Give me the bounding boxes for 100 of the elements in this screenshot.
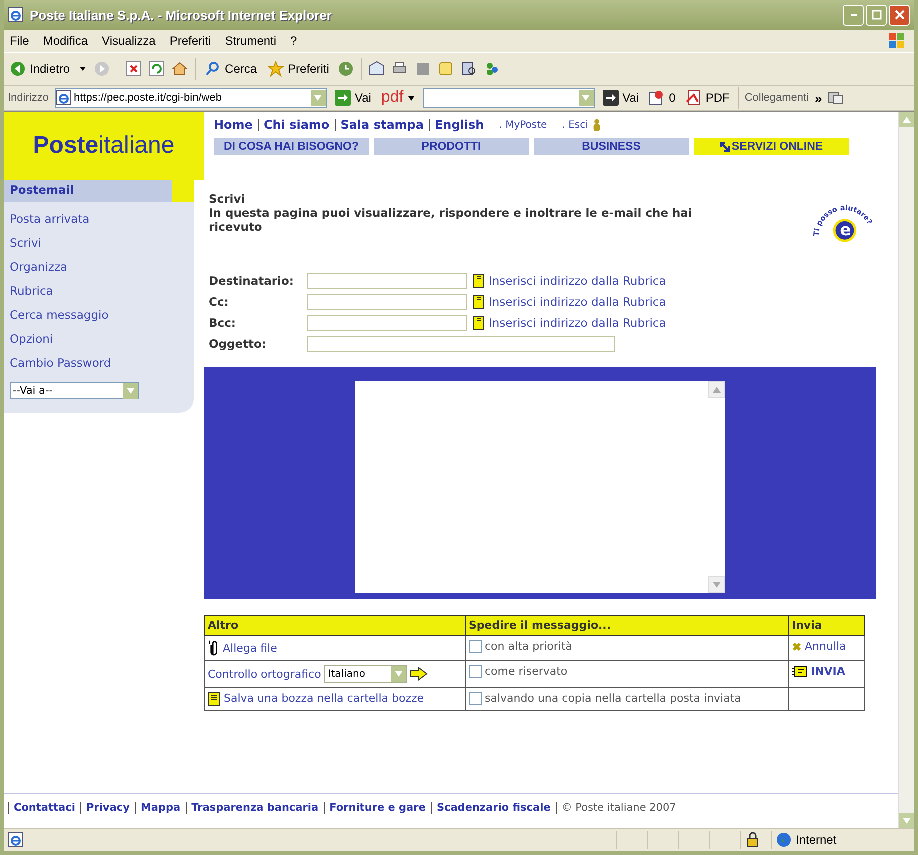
- security-zone: Internet: [796, 833, 837, 847]
- stop-icon[interactable]: [126, 61, 142, 77]
- checkbox[interactable]: [469, 665, 482, 678]
- user-link[interactable]: . MyPoste: [499, 120, 548, 130]
- close-button[interactable]: [889, 4, 910, 26]
- field-label: Oggetto:: [209, 337, 268, 351]
- note-icon[interactable]: [438, 61, 454, 77]
- paperclip-icon[interactable]: [208, 640, 220, 656]
- sidebar-item[interactable]: Cambio Password: [4, 352, 194, 376]
- favorites-button[interactable]: Preferiti: [266, 61, 332, 77]
- go-button[interactable]: Vai: [600, 90, 642, 106]
- nav-tab[interactable]: PRODOTTI: [374, 138, 529, 155]
- footer-link[interactable]: Scadenzario fiscale: [436, 802, 551, 814]
- text-field[interactable]: [307, 273, 467, 289]
- go-button[interactable]: Vai: [332, 90, 374, 106]
- forward-icon[interactable]: [94, 61, 110, 77]
- field-label: Bcc:: [209, 316, 237, 330]
- page-icon: [8, 832, 24, 848]
- caret-down-icon[interactable]: [902, 818, 910, 824]
- scroll-up-button[interactable]: [708, 381, 725, 398]
- text-field[interactable]: [307, 336, 615, 352]
- sidebar-item[interactable]: Scrivi: [4, 232, 194, 256]
- document-icon[interactable]: [208, 692, 220, 706]
- menu-item[interactable]: Visualizza: [102, 34, 156, 48]
- checkbox[interactable]: [469, 640, 482, 654]
- scroll-down-button[interactable]: [708, 576, 725, 593]
- user-link[interactable]: . Esci: [562, 120, 588, 130]
- address-book-icon[interactable]: [473, 274, 485, 288]
- refresh-icon[interactable]: [149, 61, 166, 77]
- home-icon[interactable]: [172, 61, 188, 77]
- star-icon: [268, 61, 284, 77]
- person-icon: [593, 118, 602, 132]
- goto-select[interactable]: --Vai a--: [10, 382, 139, 399]
- sidebar-item[interactable]: Cerca messaggio: [4, 304, 194, 328]
- logo-text: Posteitaliane: [33, 132, 175, 160]
- text-field[interactable]: [307, 294, 467, 310]
- browser-icon: [8, 7, 24, 23]
- menu-item[interactable]: Strumenti: [225, 34, 277, 48]
- more-button[interactable]: »: [815, 90, 822, 106]
- maximize-button[interactable]: [866, 4, 887, 26]
- menu-item[interactable]: ?: [290, 34, 298, 48]
- address-book-icon[interactable]: [473, 316, 485, 330]
- footer-link[interactable]: Trasparenza bancaria: [192, 802, 319, 814]
- attach-file-link[interactable]: Allega file: [223, 642, 278, 654]
- count-button[interactable]: 0: [647, 90, 678, 106]
- language-select[interactable]: Italiano: [324, 665, 408, 683]
- vertical-scrollbar[interactable]: [898, 112, 914, 828]
- dropdown-button[interactable]: [578, 90, 594, 106]
- pdf-menu-button[interactable]: pdf: [379, 89, 417, 107]
- top-link[interactable]: English: [434, 118, 484, 132]
- menu-item[interactable]: Preferiti: [170, 34, 212, 48]
- nav-tab[interactable]: BUSINESS: [534, 138, 689, 155]
- address-field[interactable]: https://pec.poste.it/cgi-bin/web: [54, 88, 327, 108]
- address-book-link[interactable]: Inserisci indirizzo dalla Rubrica: [489, 316, 666, 330]
- arrow-right-icon[interactable]: [410, 667, 428, 681]
- pdf-search-field[interactable]: [422, 88, 595, 108]
- sidebar-item[interactable]: Rubrica: [4, 280, 194, 304]
- top-link[interactable]: Home: [214, 118, 253, 132]
- nav-tab[interactable]: DI COSA HAI BISOGNO?: [214, 138, 369, 155]
- envelope-icon[interactable]: [792, 666, 808, 678]
- dropdown-button[interactable]: [123, 382, 138, 398]
- minimize-button[interactable]: [843, 4, 864, 26]
- logo-banner[interactable]: Posteitaliane: [4, 112, 204, 180]
- top-link[interactable]: Chi siamo: [264, 118, 330, 132]
- nav-tab[interactable]: SERVIZI ONLINE: [694, 138, 849, 155]
- caret-icon[interactable]: [79, 65, 88, 73]
- dropdown-button[interactable]: [391, 666, 406, 682]
- caret-icon: [126, 388, 134, 394]
- footer-link[interactable]: Forniture e gare: [330, 802, 426, 814]
- search-icon: [205, 61, 222, 77]
- field-label: Destinatario:: [209, 274, 295, 288]
- sidebar-item[interactable]: Posta arrivata: [4, 208, 194, 232]
- sidebar-title: Postemail: [4, 180, 172, 202]
- sidebar-item[interactable]: Organizza: [4, 256, 194, 280]
- menu-item[interactable]: Modifica: [43, 34, 88, 48]
- search-button[interactable]: Cerca: [203, 61, 260, 77]
- checkbox[interactable]: [469, 692, 482, 706]
- back-button[interactable]: Indietro: [8, 61, 72, 77]
- pdf-button[interactable]: PDF: [684, 90, 732, 106]
- address-book-link[interactable]: Inserisci indirizzo dalla Rubrica: [489, 274, 666, 288]
- windows-icon[interactable]: [828, 90, 844, 106]
- address-book-icon[interactable]: [473, 295, 485, 309]
- messenger-icon[interactable]: [484, 61, 500, 77]
- history-icon[interactable]: [338, 61, 354, 77]
- dropdown-button[interactable]: [310, 90, 326, 106]
- lock-icon: [745, 832, 761, 848]
- spell-check-link[interactable]: Controllo ortografico: [208, 668, 322, 680]
- links-label[interactable]: Collegamenti: [744, 92, 810, 104]
- cross-icon[interactable]: [792, 642, 802, 652]
- menu-item[interactable]: File: [10, 34, 30, 48]
- mail-icon[interactable]: [369, 61, 386, 77]
- option-label: salvando una copia nella cartella posta inviata: [485, 692, 742, 705]
- footer-link[interactable]: Mappa: [140, 802, 181, 814]
- caret-up-icon[interactable]: [902, 116, 910, 122]
- address-book-link[interactable]: Inserisci indirizzo dalla Rubrica: [489, 295, 666, 309]
- top-link[interactable]: Sala stampa: [340, 118, 424, 132]
- footer-link[interactable]: Contattaci: [14, 802, 76, 814]
- footer-link[interactable]: Privacy: [86, 802, 130, 814]
- text-field[interactable]: [307, 315, 467, 331]
- sidebar-item[interactable]: Opzioni: [4, 328, 194, 352]
